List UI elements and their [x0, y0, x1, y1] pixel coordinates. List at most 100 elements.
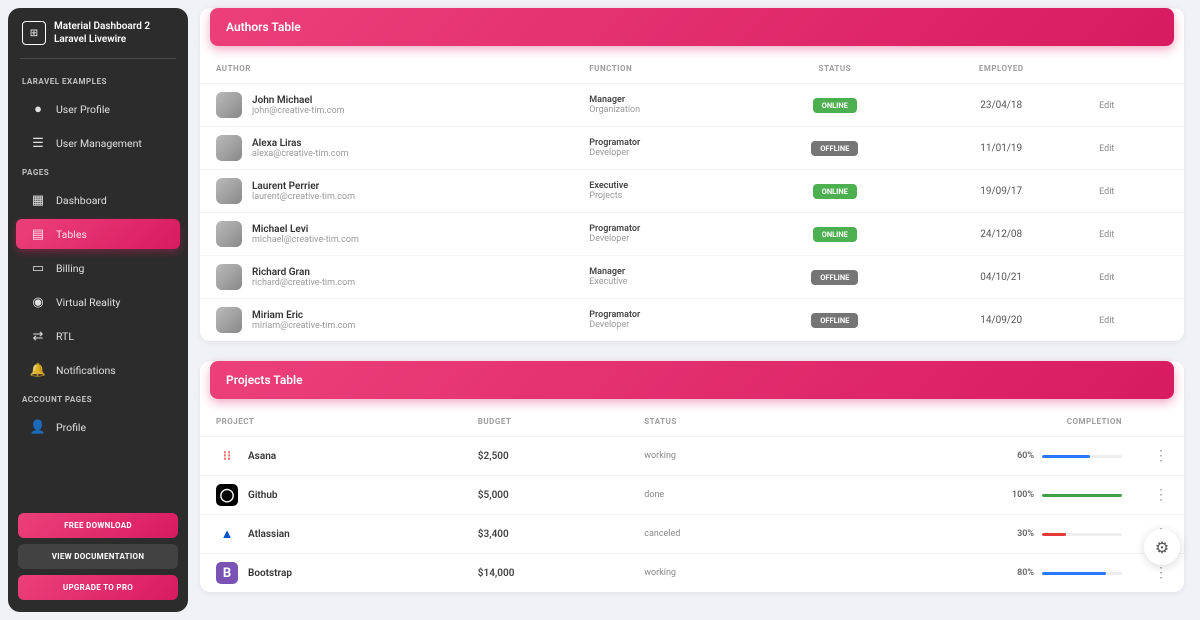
- projects-card-header: Projects Table: [210, 361, 1174, 399]
- list-icon: ☰: [30, 135, 46, 151]
- sidebar-item-user-management[interactable]: ☰User Management: [16, 128, 180, 158]
- section-laravel: LARAVEL EXAMPLES: [8, 69, 188, 92]
- section-pages: PAGES: [8, 160, 188, 183]
- function-sub: Developer: [589, 234, 734, 244]
- author-email: miriam@creative-tim.com: [252, 321, 355, 331]
- dashboard-icon: ▦: [30, 192, 46, 208]
- project-status: canceled: [628, 515, 793, 554]
- edit-link[interactable]: Edit: [1099, 144, 1114, 154]
- billing-icon: ▭: [30, 260, 46, 276]
- edit-link[interactable]: Edit: [1099, 316, 1114, 326]
- employed-date: 23/04/18: [919, 84, 1083, 127]
- status-badge: ONLINE: [813, 184, 857, 199]
- authors-card-header: Authors Table: [210, 8, 1174, 46]
- divider: [20, 58, 176, 59]
- sidebar-bottom: FREE DOWNLOAD VIEW DOCUMENTATION UPGRADE…: [8, 513, 188, 600]
- sidebar-item-user-profile[interactable]: ●User Profile: [16, 94, 180, 124]
- budget: $2,500: [462, 437, 628, 476]
- authors-card: Authors Table AUTHOR FUNCTION STATUS EMP…: [200, 8, 1184, 341]
- project-name: Asana: [248, 451, 276, 462]
- table-row: ▲Atlassian$3,400canceled30%⋮: [200, 515, 1184, 554]
- table-row: Michael Levimichael@creative-tim.comProg…: [200, 213, 1184, 256]
- table-row: Laurent Perrierlaurent@creative-tim.comE…: [200, 170, 1184, 213]
- function-sub: Executive: [589, 277, 734, 287]
- sidebar-item-virtual-reality[interactable]: ◉Virtual Reality: [16, 287, 180, 317]
- budget: $14,000: [462, 554, 628, 593]
- sidebar-item-rtl[interactable]: ⇄RTL: [16, 321, 180, 351]
- status-badge: ONLINE: [813, 98, 857, 113]
- function-title: Manager: [589, 95, 734, 105]
- upgrade-to-pro-button[interactable]: UPGRADE TO PRO: [18, 575, 178, 600]
- row-menu-button[interactable]: ⋮: [1138, 476, 1184, 515]
- view-documentation-button[interactable]: VIEW DOCUMENTATION: [18, 544, 178, 569]
- author-name: Michael Levi: [252, 224, 359, 235]
- avatar: [216, 264, 242, 290]
- col-budget: BUDGET: [462, 407, 628, 437]
- project-icon: ▲: [216, 523, 238, 545]
- sidebar-item-dashboard[interactable]: ▦Dashboard: [16, 185, 180, 215]
- col-action: [1083, 54, 1184, 84]
- budget: $5,000: [462, 476, 628, 515]
- completion-pct: 30%: [1017, 529, 1034, 539]
- free-download-button[interactable]: FREE DOWNLOAD: [18, 513, 178, 538]
- sidebar-item-notifications[interactable]: 🔔Notifications: [16, 355, 180, 385]
- sidebar-item-billing[interactable]: ▭Billing: [16, 253, 180, 283]
- author-email: john@creative-tim.com: [252, 106, 344, 116]
- employed-date: 24/12/08: [919, 213, 1083, 256]
- function-sub: Organization: [589, 105, 734, 115]
- author-email: richard@creative-tim.com: [252, 278, 355, 288]
- completion-bar: [1042, 455, 1122, 458]
- edit-link[interactable]: Edit: [1099, 230, 1114, 240]
- sidebar-item-tables[interactable]: ▤Tables: [16, 219, 180, 249]
- brand-text: Material Dashboard 2Laravel Livewire: [54, 20, 150, 46]
- col-project: PROJECT: [200, 407, 462, 437]
- row-menu-button[interactable]: ⋮: [1138, 437, 1184, 476]
- completion-bar: [1042, 533, 1122, 536]
- table-row: John Michaeljohn@creative-tim.com Manager…: [200, 84, 1184, 127]
- authors-table: AUTHOR FUNCTION STATUS EMPLOYED John Mic…: [200, 54, 1184, 341]
- function-title: Manager: [589, 267, 734, 277]
- project-icon: ◯: [216, 484, 238, 506]
- bell-icon: 🔔: [30, 362, 46, 378]
- projects-table: PROJECT BUDGET STATUS COMPLETION ⁝⁝Asana…: [200, 407, 1184, 592]
- project-status: working: [628, 554, 793, 593]
- settings-fab[interactable]: ⚙: [1144, 529, 1180, 565]
- table-row: BBootstrap$14,000working80%⋮: [200, 554, 1184, 593]
- person-icon: 👤: [30, 419, 46, 435]
- project-icon: ⁝⁝: [216, 445, 238, 467]
- status-badge: ONLINE: [813, 227, 857, 242]
- table-row: Alexa Lirasalexa@creative-tim.comProgram…: [200, 127, 1184, 170]
- function-title: Programator: [589, 224, 734, 234]
- avatar: [216, 307, 242, 333]
- edit-link[interactable]: Edit: [1099, 187, 1114, 197]
- project-status: working: [628, 437, 793, 476]
- gear-icon: ⚙: [1155, 538, 1169, 557]
- col-completion: COMPLETION: [793, 407, 1138, 437]
- project-name: Atlassian: [248, 529, 290, 540]
- sidebar-item-profile[interactable]: 👤Profile: [16, 412, 180, 442]
- status-badge: OFFLINE: [811, 141, 858, 156]
- table-row: ⁝⁝Asana$2,500working60%⋮: [200, 437, 1184, 476]
- tables-icon: ▤: [30, 226, 46, 242]
- avatar: [216, 92, 242, 118]
- status-badge: OFFLINE: [811, 313, 858, 328]
- author-name: John Michael: [252, 95, 344, 106]
- budget: $3,400: [462, 515, 628, 554]
- brand[interactable]: ⊞ Material Dashboard 2Laravel Livewire: [8, 20, 188, 58]
- table-row: Richard Granrichard@creative-tim.comMana…: [200, 256, 1184, 299]
- col-author: AUTHOR: [200, 54, 573, 84]
- edit-link[interactable]: Edit: [1099, 273, 1114, 283]
- employed-date: 11/01/19: [919, 127, 1083, 170]
- function-title: Programator: [589, 138, 734, 148]
- col-function: FUNCTION: [573, 54, 750, 84]
- function-title: Programator: [589, 310, 734, 320]
- completion-bar: [1042, 572, 1122, 575]
- employed-date: 04/10/21: [919, 256, 1083, 299]
- function-sub: Developer: [589, 320, 734, 330]
- function-sub: Developer: [589, 148, 734, 158]
- edit-link[interactable]: Edit: [1099, 101, 1114, 111]
- completion-pct: 80%: [1017, 568, 1034, 578]
- vr-icon: ◉: [30, 294, 46, 310]
- col-status: STATUS: [750, 54, 919, 84]
- brand-icon: ⊞: [22, 21, 46, 45]
